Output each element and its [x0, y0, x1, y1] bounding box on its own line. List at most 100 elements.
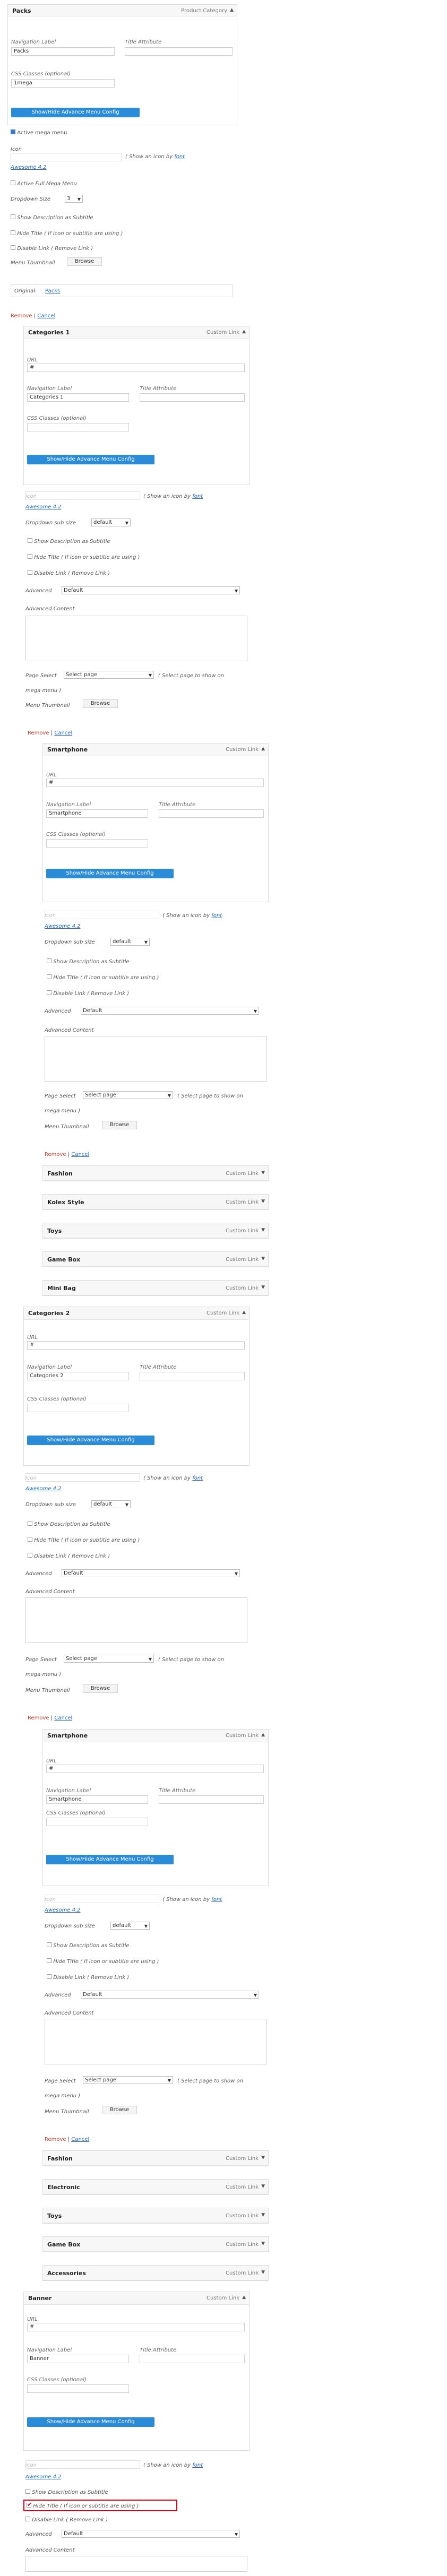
url-input[interactable]: #: [46, 779, 264, 787]
advanced-config-button[interactable]: Show/Hide Advance Menu Config: [27, 455, 154, 464]
icon-row: Icon: [11, 146, 22, 152]
menu-item-packs: Packs Product Category ▲ Navigation Labe…: [7, 4, 237, 125]
title-attr-input[interactable]: [159, 809, 264, 818]
title-attr-input[interactable]: [125, 47, 233, 56]
css-classes-input[interactable]: [46, 1818, 148, 1826]
remove-link[interactable]: Remove: [11, 313, 32, 319]
menu-item-categories-2: Categories 2 Custom Link ▲ URL # Navigat…: [23, 1307, 250, 1466]
title-attr-input[interactable]: [140, 1372, 245, 1380]
chevron-down-icon: ▼: [234, 589, 238, 593]
expand-icon: ▼: [261, 1228, 265, 1233]
advanced-config-button[interactable]: Show/Hide Advance Menu Config: [46, 1855, 174, 1864]
advanced-config-button[interactable]: Show/Hide Advance Menu Config: [27, 2417, 154, 2427]
advanced-select[interactable]: Default ▼: [62, 586, 240, 594]
menu-item-title: Categories 2: [28, 1310, 70, 1317]
advanced-content-textarea[interactable]: [25, 616, 247, 661]
collapsed-item[interactable]: Electronic Custom Link ▼: [42, 2179, 269, 2195]
icon-hint: ( Show an icon by font: [125, 154, 185, 160]
collapsed-item[interactable]: Game Box Custom Link ▼: [42, 2236, 269, 2252]
collapse-icon[interactable]: ▲: [261, 1732, 265, 1737]
page-select[interactable]: Select page ▼: [64, 671, 154, 679]
cancel-link[interactable]: Cancel: [54, 730, 72, 736]
browse-button[interactable]: Browse: [83, 699, 118, 708]
active-full-mega-row[interactable]: Active Full Mega Menu: [11, 180, 77, 187]
browse-button[interactable]: Browse: [67, 257, 102, 266]
cancel-link[interactable]: Cancel: [37, 313, 55, 319]
hide-title-row[interactable]: ✔ Hide Title ( If icon or subtitle are u…: [27, 2501, 139, 2509]
nav-label-input[interactable]: Banner: [27, 2355, 129, 2363]
url-input[interactable]: #: [27, 2323, 245, 2331]
collapsed-item[interactable]: Toys Custom Link ▼: [42, 2208, 269, 2224]
font-link[interactable]: font: [174, 154, 185, 160]
collapse-icon[interactable]: ▲: [242, 1310, 246, 1315]
nav-label-input[interactable]: Packs: [11, 47, 115, 56]
title-attr-input[interactable]: [140, 393, 245, 402]
check-icon[interactable]: [11, 129, 15, 134]
awesome-link[interactable]: Awesome 4.2: [25, 504, 61, 510]
original-link[interactable]: Packs: [45, 288, 60, 294]
css-classes-input[interactable]: [46, 839, 148, 848]
collapse-icon[interactable]: ▲: [261, 746, 265, 751]
dropdown-sub-size-select[interactable]: default ▼: [91, 518, 131, 526]
css-classes-input[interactable]: [27, 423, 129, 431]
collapse-icon[interactable]: ▲: [242, 329, 246, 334]
nav-label-input[interactable]: Categories 2: [27, 1372, 129, 1380]
menu-item-header[interactable]: Categories 1 Custom Link ▲: [24, 326, 249, 339]
browse-button[interactable]: Browse: [102, 2106, 137, 2114]
collapsed-item[interactable]: Toys Custom Link ▼: [42, 1223, 269, 1239]
nav-label-input[interactable]: Categories 1: [27, 393, 129, 402]
collapsed-item[interactable]: Game Box Custom Link ▼: [42, 1251, 269, 1267]
icon-input[interactable]: [25, 491, 140, 500]
collapse-icon[interactable]: ▲: [230, 7, 234, 13]
url-input[interactable]: #: [46, 1765, 264, 1773]
title-attr-input[interactable]: [140, 2355, 245, 2363]
original-box: Original: Packs: [11, 284, 233, 297]
dropdown-size-select[interactable]: 3 ▼: [65, 195, 83, 203]
collapsed-item[interactable]: Fashion Custom Link ▼: [42, 2150, 269, 2166]
menu-item-header[interactable]: Banner Custom Link ▲: [24, 2292, 249, 2305]
disable-link-row[interactable]: Disable Link ( Remove Link ): [11, 245, 93, 252]
menu-item-header[interactable]: Smartphone Custom Link ▲: [43, 744, 268, 756]
browse-button[interactable]: Browse: [83, 1684, 118, 1693]
expand-icon: ▼: [261, 1285, 265, 1290]
advanced-config-button[interactable]: Show/Hide Advance Menu Config: [46, 869, 174, 878]
nav-label-input[interactable]: Smartphone: [46, 809, 148, 818]
remove-link[interactable]: Remove: [28, 730, 49, 736]
advanced-config-button[interactable]: Show/Hide Advance Menu Config: [27, 1436, 154, 1445]
title-attr-input[interactable]: [159, 1795, 264, 1804]
nav-label-label: Navigation Label: [11, 39, 56, 45]
icon-input[interactable]: [11, 153, 122, 161]
css-classes-input[interactable]: [27, 1404, 129, 1412]
advanced-config-button[interactable]: Show/Hide Advance Menu Config: [11, 108, 140, 117]
css-classes-input[interactable]: [27, 2384, 129, 2393]
menu-item-header[interactable]: Packs Product Category ▲: [8, 5, 237, 16]
active-mega-row[interactable]: Active mega menu: [11, 129, 67, 136]
collapsed-item[interactable]: Mini Bag Custom Link ▼: [42, 1280, 269, 1296]
check-icon: ✔: [27, 2501, 32, 2508]
url-input[interactable]: #: [27, 1341, 245, 1350]
icon-input[interactable]: [45, 911, 159, 919]
collapse-icon[interactable]: ▲: [242, 2295, 246, 2300]
chevron-down-icon: ▼: [77, 197, 81, 202]
collapsed-item[interactable]: Accessories Custom Link ▼: [42, 2265, 269, 2281]
css-classes-input[interactable]: 1mega: [11, 79, 115, 88]
menu-item-type: Custom Link: [207, 330, 239, 335]
awesome-link[interactable]: Awesome 4.2: [11, 165, 46, 170]
dropdown-size-label: Dropdown Size: [11, 196, 50, 202]
css-classes-label: CSS Classes (optional): [11, 71, 71, 77]
collapsed-item[interactable]: Kolex Style Custom Link ▼: [42, 1194, 269, 1210]
browse-button[interactable]: Browse: [102, 1121, 137, 1129]
url-input[interactable]: #: [27, 364, 245, 372]
menu-item-header[interactable]: Smartphone Custom Link ▲: [43, 1730, 268, 1742]
chevron-down-icon: ▼: [125, 521, 128, 525]
hide-title-row[interactable]: Hide Title ( If icon or subtitle are usi…: [11, 230, 123, 237]
collapsed-item[interactable]: Fashion Custom Link ▼: [42, 1165, 269, 1181]
show-desc-row[interactable]: Show Description as Subtitle: [11, 214, 93, 221]
menu-item-title: Packs: [12, 7, 31, 14]
expand-icon: ▼: [261, 2241, 265, 2246]
menu-item-header[interactable]: Categories 2 Custom Link ▲: [24, 1307, 249, 1320]
expand-icon: ▼: [261, 2270, 265, 2275]
menu-item-title: Smartphone: [47, 746, 88, 753]
nav-label-input[interactable]: Smartphone: [46, 1795, 148, 1804]
icon-input[interactable]: [25, 1473, 140, 1482]
